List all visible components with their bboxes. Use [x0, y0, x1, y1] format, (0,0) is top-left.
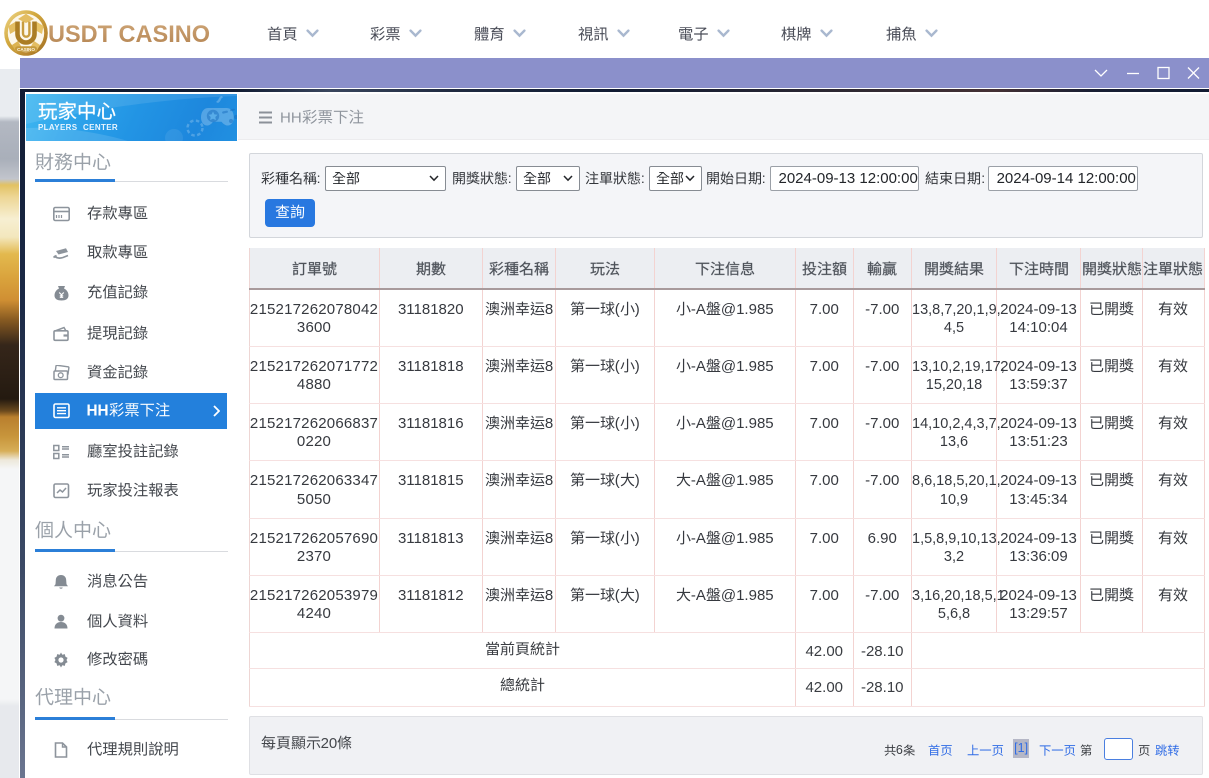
svg-text:CASINO: CASINO	[17, 47, 35, 52]
